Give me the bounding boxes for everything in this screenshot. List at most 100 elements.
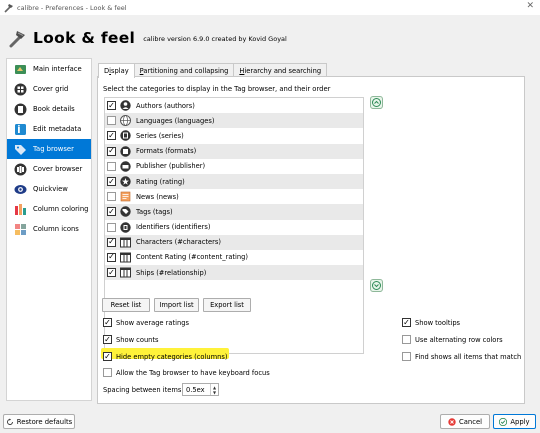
move-up-button[interactable]	[370, 96, 383, 109]
category-checkbox[interactable]: ✓	[107, 207, 116, 217]
list-item[interactable]: Languages (languages)	[105, 113, 363, 129]
sidebar-item-label: Main interface	[33, 65, 82, 73]
category-label: Content Rating (#content_rating)	[136, 253, 248, 262]
cancel-icon	[448, 417, 456, 426]
list-item[interactable]: Identifiers (identifiers)	[105, 220, 363, 235]
list-item[interactable]: ✓ Characters (#characters)	[105, 234, 363, 250]
page-header: Look & feel calibre version 6.9.0 create…	[8, 26, 287, 50]
export-list-button[interactable]: Export list	[203, 298, 251, 312]
main-interface-icon	[14, 63, 27, 76]
apply-label: Apply	[510, 417, 530, 426]
sidebar-item-quickview[interactable]: Quickview	[7, 179, 91, 199]
category-checkbox[interactable]	[107, 222, 116, 232]
spin-arrows-icon[interactable]: ▲ ▼	[210, 384, 218, 395]
book-details-icon	[14, 103, 27, 116]
sidebar-item-main-interface[interactable]: Main interface	[7, 59, 91, 79]
show-tooltips-option[interactable]: ✓ Show tooltips	[402, 318, 460, 327]
sidebar-item-cover-grid[interactable]: Cover grid	[7, 79, 91, 99]
tab-partitioning[interactable]: Partitioning and collapsing	[133, 63, 235, 77]
category-checkbox[interactable]: ✓	[107, 237, 116, 247]
category-checkbox[interactable]: ✓	[107, 101, 116, 111]
column-icon	[120, 267, 131, 278]
close-icon[interactable]: ✕	[526, 1, 534, 11]
list-item[interactable]: ✓ Tags (tags)	[105, 204, 363, 220]
sidebar-item-label: Column coloring	[33, 205, 89, 213]
category-checkbox[interactable]: ✓	[107, 146, 116, 156]
page-title: Look & feel	[33, 29, 136, 47]
list-item[interactable]: ✓ Ships (#relationship)	[105, 265, 363, 281]
category-label: Identifiers (identifiers)	[136, 223, 211, 232]
category-instruction: Select the categories to display in the …	[103, 85, 331, 93]
option-label: Show counts	[116, 335, 159, 344]
category-label: Tags (tags)	[136, 207, 173, 216]
column-coloring-icon	[14, 203, 27, 216]
option-label: Show tooltips	[415, 318, 461, 327]
category-checkbox[interactable]: ✓	[107, 252, 116, 262]
list-item[interactable]: Publisher (publisher)	[105, 159, 363, 174]
identifiers-icon	[120, 221, 131, 233]
tab-hierarchy[interactable]: Hierarchy and searching	[233, 63, 328, 77]
preferences-sidebar: Main interface Cover grid Book details E…	[6, 58, 92, 401]
alternating-rows-option[interactable]: Use alternating row colors	[402, 335, 503, 344]
category-checkbox[interactable]	[107, 161, 116, 171]
move-down-button[interactable]	[370, 279, 383, 292]
show-counts-checkbox[interactable]: ✓	[103, 335, 112, 344]
hide-empty-categories-option[interactable]: ✓ Hide empty categories (columns)	[103, 352, 227, 361]
publisher-icon	[120, 161, 131, 172]
keyboard-focus-option[interactable]: Allow the Tag browser to have keyboard f…	[103, 368, 270, 377]
list-item[interactable]: ✓ Formats (formats)	[105, 143, 363, 159]
restore-defaults-label: Restore defaults	[16, 417, 73, 426]
display-tab-panel: Select the categories to display in the …	[97, 76, 525, 404]
chevron-down-icon	[372, 281, 381, 290]
edit-metadata-icon	[14, 123, 27, 136]
keyboard-focus-checkbox[interactable]	[103, 368, 112, 377]
hide-empty-categories-checkbox[interactable]: ✓	[103, 352, 112, 361]
category-checkbox[interactable]: ✓	[107, 177, 116, 187]
formats-icon	[120, 145, 131, 157]
list-item[interactable]: News (news)	[105, 189, 363, 204]
show-average-ratings-checkbox[interactable]: ✓	[103, 318, 112, 327]
alternating-rows-checkbox[interactable]	[402, 335, 411, 344]
category-list[interactable]: ✓ Authors (authors) Languages (languages…	[104, 97, 364, 354]
category-label: Languages (languages)	[136, 116, 215, 125]
find-shows-all-checkbox[interactable]	[402, 352, 411, 361]
category-label: Ships (#relationship)	[136, 268, 207, 277]
reset-list-button[interactable]: Reset list	[102, 298, 150, 312]
calibre-app-icon	[4, 3, 13, 13]
import-list-button[interactable]: Import list	[154, 298, 199, 312]
show-tooltips-checkbox[interactable]: ✓	[402, 318, 411, 327]
tags-icon	[120, 206, 131, 218]
sidebar-item-book-details[interactable]: Book details	[7, 99, 91, 119]
apply-button[interactable]: Apply	[493, 414, 536, 429]
column-icons-icon	[14, 223, 27, 236]
sidebar-item-label: Book details	[33, 105, 75, 113]
list-item[interactable]: ✓ Authors (authors)	[105, 98, 363, 113]
sidebar-item-column-icons[interactable]: Column icons	[7, 219, 91, 239]
category-label: Formats (formats)	[136, 147, 197, 156]
cancel-button[interactable]: Cancel	[440, 414, 490, 429]
tab-display[interactable]: Display	[98, 63, 135, 78]
category-label: Characters (#characters)	[136, 238, 221, 247]
category-checkbox[interactable]	[107, 192, 116, 202]
sidebar-item-edit-metadata[interactable]: Edit metadata	[7, 119, 91, 139]
series-icon	[120, 130, 131, 142]
sidebar-item-column-coloring[interactable]: Column coloring	[7, 199, 91, 219]
list-item[interactable]: ✓ Content Rating (#content_rating)	[105, 250, 363, 265]
category-checkbox[interactable]: ✓	[107, 268, 116, 278]
list-item[interactable]: ✓ Series (series)	[105, 128, 363, 143]
sidebar-item-label: Cover browser	[33, 165, 83, 173]
find-shows-all-option[interactable]: Find shows all items that match	[402, 352, 521, 361]
sidebar-item-label: Quickview	[33, 185, 68, 193]
option-label: Use alternating row colors	[415, 335, 503, 344]
category-checkbox[interactable]	[107, 116, 116, 126]
column-icon	[120, 237, 131, 248]
option-label: Find shows all items that match	[415, 352, 522, 361]
sidebar-item-cover-browser[interactable]: Cover browser	[7, 159, 91, 179]
restore-defaults-button[interactable]: Restore defaults	[3, 414, 75, 429]
list-item[interactable]: ✓ Rating (rating)	[105, 173, 363, 190]
show-counts-option[interactable]: ✓ Show counts	[103, 335, 159, 344]
show-average-ratings-option[interactable]: ✓ Show average ratings	[103, 318, 189, 327]
sidebar-item-tag-browser[interactable]: Tag browser	[7, 139, 91, 159]
spacing-spinbox[interactable]: 0.5ex ▲ ▼	[182, 383, 219, 396]
category-checkbox[interactable]: ✓	[107, 131, 116, 141]
